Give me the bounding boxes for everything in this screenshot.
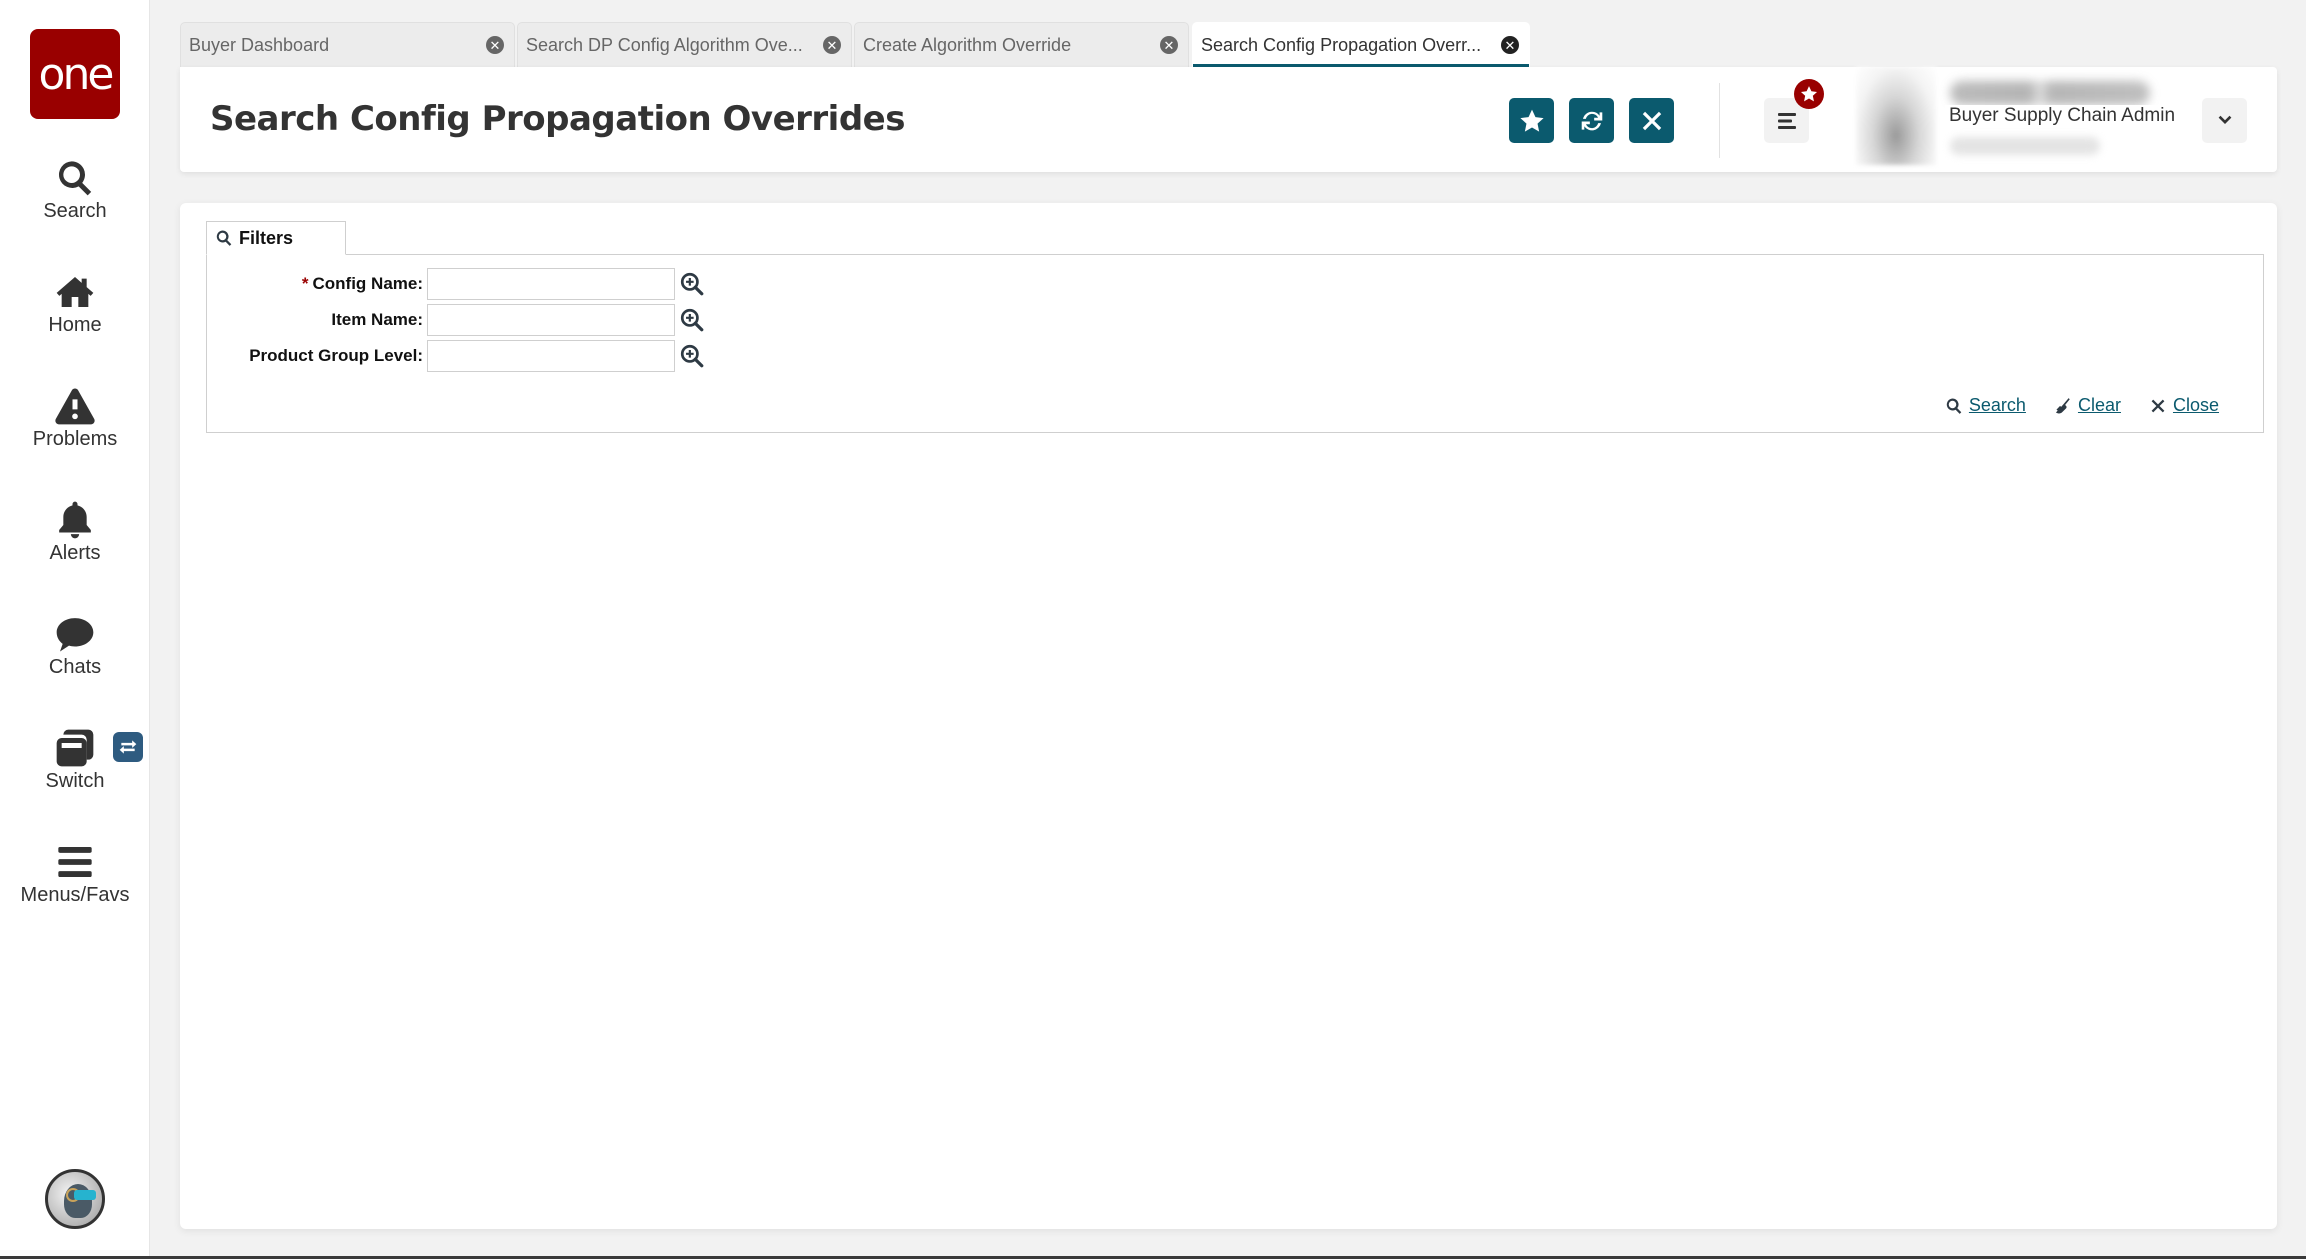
close-filters-link[interactable]: Close bbox=[2149, 395, 2219, 416]
config-name-label-text: Config Name: bbox=[312, 274, 424, 293]
sidebar-item-label: Home bbox=[48, 314, 102, 336]
clear-link-label: Clear bbox=[2077, 395, 2121, 415]
menu-lines-icon bbox=[1777, 112, 1796, 129]
config-name-input[interactable] bbox=[427, 268, 675, 300]
item-name-label: Item Name: bbox=[331, 310, 423, 329]
close-icon bbox=[2151, 399, 2165, 412]
sidebar-item-label: Chats bbox=[48, 656, 102, 678]
switch-windows-icon bbox=[56, 729, 94, 767]
filters-panel: * Config Name: Item Name: Product Group L… bbox=[206, 254, 2264, 433]
broom-icon bbox=[2055, 397, 2070, 413]
star-icon bbox=[1800, 86, 1818, 102]
chevron-down-icon bbox=[2218, 115, 2231, 124]
product-group-level-label: Product Group Level: bbox=[249, 346, 423, 365]
close-tab-icon[interactable]: ✕ bbox=[486, 36, 504, 54]
filter-row-item-name: Item Name: bbox=[207, 304, 705, 336]
tab-label: Create Algorithm Override bbox=[863, 34, 1072, 55]
refresh-icon bbox=[1581, 111, 1602, 130]
config-name-lookup-icon[interactable] bbox=[679, 271, 705, 297]
clear-link[interactable]: Clear bbox=[2054, 395, 2121, 416]
close-tab-icon[interactable]: ✕ bbox=[1160, 36, 1178, 54]
item-name-input[interactable] bbox=[427, 304, 675, 336]
sidebar-item-label: Search bbox=[43, 200, 107, 222]
sidebar-item-label: Alerts bbox=[49, 542, 101, 564]
close-tab-icon[interactable]: ✕ bbox=[823, 36, 841, 54]
page-title: Search Config Propagation Overrides bbox=[210, 99, 905, 139]
product-group-level-lookup-icon[interactable] bbox=[679, 343, 705, 369]
ai-assistant-avatar[interactable] bbox=[45, 1169, 105, 1229]
favorites-badge[interactable] bbox=[1794, 79, 1824, 109]
search-icon bbox=[216, 230, 232, 246]
sidebar: one Search Home Problems Alerts Chats Sw… bbox=[0, 0, 150, 1259]
search-icon bbox=[58, 161, 92, 196]
page-header: Search Config Propagation Overrides Buye… bbox=[180, 67, 2277, 172]
tab-label: Buyer Dashboard bbox=[189, 34, 330, 55]
refresh-button[interactable] bbox=[1569, 98, 1614, 143]
filters-tab-label: Filters bbox=[239, 227, 294, 248]
filter-row-product-group-level: Product Group Level: bbox=[207, 340, 705, 372]
sidebar-item-search[interactable]: Search bbox=[0, 158, 150, 223]
sidebar-item-label: Problems bbox=[32, 428, 118, 450]
user-subtitle-redacted bbox=[1950, 137, 2100, 155]
warning-icon bbox=[55, 388, 95, 425]
sidebar-item-problems[interactable]: Problems bbox=[0, 386, 150, 451]
user-role: Buyer Supply Chain Admin bbox=[1945, 105, 2180, 127]
sidebar-item-menus-favs[interactable]: Menus/Favs bbox=[0, 842, 150, 907]
favorite-button[interactable] bbox=[1509, 98, 1554, 143]
chat-bubble-icon bbox=[56, 618, 94, 652]
user-menu-dropdown[interactable] bbox=[2202, 98, 2247, 143]
switch-role-button[interactable] bbox=[113, 732, 143, 762]
sidebar-item-alerts[interactable]: Alerts bbox=[0, 500, 150, 565]
header-divider bbox=[1719, 83, 1720, 158]
product-group-level-input[interactable] bbox=[427, 340, 675, 372]
swap-arrows-icon bbox=[119, 740, 137, 754]
item-name-lookup-icon[interactable] bbox=[679, 307, 705, 333]
filter-actions: Search Clear Close bbox=[1945, 395, 2219, 416]
app-logo[interactable]: one bbox=[30, 29, 120, 119]
menu-lines-icon bbox=[58, 847, 92, 877]
user-name-redacted bbox=[1950, 81, 2150, 105]
assistant-visor-shape bbox=[74, 1190, 96, 1200]
sidebar-item-chats[interactable]: Chats bbox=[0, 614, 150, 679]
close-icon bbox=[1642, 111, 1661, 130]
user-avatar[interactable] bbox=[1856, 67, 1936, 165]
close-filters-link-label: Close bbox=[2172, 395, 2219, 415]
close-tab-icon[interactable]: ✕ bbox=[1501, 36, 1519, 54]
tab-create-algorithm-override[interactable]: Create Algorithm Override ✕ bbox=[854, 22, 1189, 67]
filters-tab[interactable]: Filters bbox=[206, 221, 346, 255]
search-icon bbox=[1946, 398, 1962, 414]
sidebar-item-label: Menus/Favs bbox=[20, 884, 130, 906]
star-icon bbox=[1519, 109, 1544, 132]
config-name-label: * Config Name: bbox=[207, 274, 427, 294]
filter-row-config-name: * Config Name: bbox=[207, 268, 705, 300]
home-icon bbox=[56, 277, 94, 307]
close-page-button[interactable] bbox=[1629, 98, 1674, 143]
sidebar-item-home[interactable]: Home bbox=[0, 272, 150, 337]
logo-text: one bbox=[38, 48, 115, 100]
main-panel: Filters * Config Name: Item Name: Product… bbox=[180, 203, 2277, 1229]
search-link-label: Search bbox=[1968, 395, 2026, 415]
required-marker: * bbox=[301, 274, 309, 293]
tab-search-dp-config-algorithm[interactable]: Search DP Config Algorithm Ove... ✕ bbox=[517, 22, 852, 67]
bell-icon bbox=[59, 501, 91, 539]
tab-label: Search Config Propagation Overr... bbox=[1201, 34, 1482, 55]
sidebar-item-label: Switch bbox=[45, 770, 105, 792]
tab-label: Search DP Config Algorithm Ove... bbox=[526, 34, 803, 55]
search-link[interactable]: Search bbox=[1945, 395, 2026, 416]
tab-buyer-dashboard[interactable]: Buyer Dashboard ✕ bbox=[180, 22, 515, 67]
tab-search-config-propagation[interactable]: Search Config Propagation Overr... ✕ bbox=[1192, 22, 1530, 67]
